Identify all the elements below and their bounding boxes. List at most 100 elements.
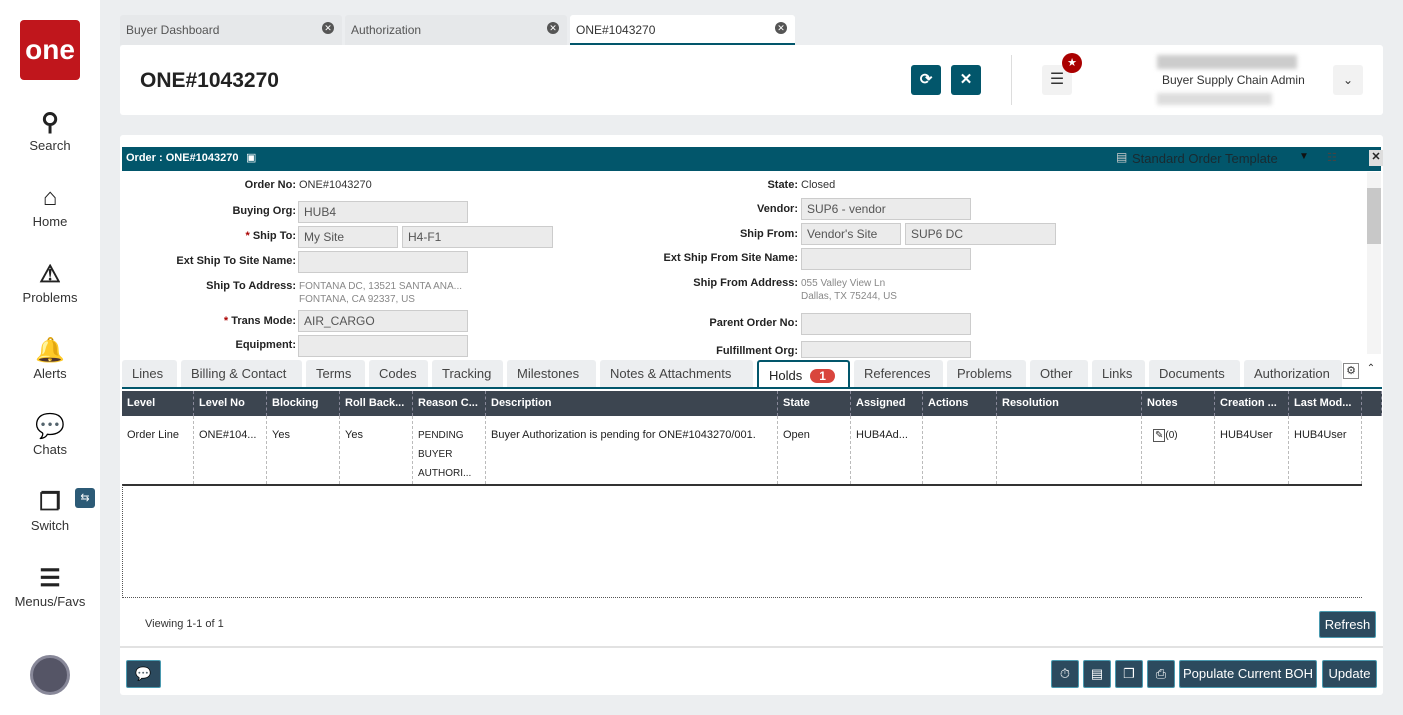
sidebar-item-alerts[interactable]: 🔔 Alerts	[0, 336, 100, 381]
app-logo: one	[20, 20, 80, 80]
archive-icon[interactable]: ❐	[1115, 660, 1143, 688]
assistant-avatar[interactable]	[30, 655, 70, 695]
column-header[interactable]: Roll Back...	[340, 391, 413, 416]
column-header[interactable]: State	[778, 391, 851, 416]
column-header[interactable]: Reason C...	[413, 391, 486, 416]
close-icon[interactable]: ✕	[547, 22, 559, 34]
subtab-label: Documents	[1159, 366, 1225, 381]
collapse-icon[interactable]: ⌃	[1364, 363, 1378, 379]
chevron-down-icon[interactable]: ▼	[1299, 151, 1309, 162]
hierarchy-icon[interactable]: ☷	[1327, 151, 1337, 164]
edit-notes-icon[interactable]: ✎	[1153, 429, 1166, 442]
subtab-label: References	[864, 366, 931, 381]
chat-send-button[interactable]: 💬	[126, 660, 161, 688]
trans-mode-field[interactable]: AIR_CARGO	[298, 310, 468, 332]
chat-icon: 💬	[35, 413, 65, 440]
favorites-star-icon[interactable]: ★	[1062, 53, 1082, 73]
cell-text: Yes	[345, 429, 363, 441]
column-header[interactable]: Blocking	[267, 391, 340, 416]
print-icon[interactable]: ⎙	[1147, 660, 1175, 688]
parent-order-field[interactable]	[801, 313, 971, 335]
column-header[interactable]: Level	[122, 391, 194, 416]
close-button[interactable]: ✕	[951, 65, 981, 95]
column-header[interactable]: Level No	[194, 391, 267, 416]
sidebar-item-menus[interactable]: ☰ Menus/Favs	[0, 564, 100, 609]
vendor-field[interactable]: SUP6 - vendor	[801, 198, 971, 220]
close-panel-icon[interactable]: ✕	[1369, 150, 1383, 166]
update-button[interactable]: Update	[1322, 660, 1377, 688]
card-icon[interactable]: ▤	[1083, 660, 1111, 688]
sidebar-item-home[interactable]: ⌂ Home	[0, 184, 100, 229]
cell-text: PENDING BUYER AUTHORI...	[418, 430, 472, 479]
tab-settings-icon[interactable]: ⚙	[1343, 363, 1359, 379]
column-header[interactable]: Description	[486, 391, 778, 416]
buying-org-field[interactable]: HUB4	[298, 201, 468, 223]
subtab-references[interactable]: References	[854, 360, 943, 387]
holds-count-badge: 1	[810, 369, 835, 383]
refresh-button[interactable]: ⟳	[911, 65, 941, 95]
grid-refresh-button[interactable]: Refresh	[1319, 611, 1376, 638]
scrollbar-thumb[interactable]	[1367, 188, 1381, 244]
column-header[interactable]: Notes	[1142, 391, 1215, 416]
table-cell: HUB4User	[1289, 416, 1362, 484]
search-icon: ⚲	[41, 109, 59, 136]
ship-from-location-field[interactable]: SUP6 DC	[905, 223, 1056, 245]
subtab-holds[interactable]: Holds 1	[757, 360, 850, 387]
address-line: FONTANA DC, 13521 SANTA ANA...	[299, 281, 463, 292]
column-header[interactable]: Last Mod...	[1289, 391, 1362, 416]
populate-boh-button[interactable]: Populate Current BOH	[1179, 660, 1317, 688]
ship-from-site-field[interactable]: Vendor's Site	[801, 223, 901, 245]
subtab-notes-attachments[interactable]: Notes & Attachments	[600, 360, 753, 387]
ext-ship-from-field[interactable]	[801, 248, 971, 270]
subtab-label: Links	[1102, 366, 1133, 381]
sidebar-item-chats[interactable]: 💬 Chats	[0, 412, 100, 457]
buying-org-label: Buying Org:	[232, 205, 296, 217]
subtab-documents[interactable]: Documents	[1149, 360, 1240, 387]
label: Alerts	[33, 366, 67, 381]
user-role: Buyer Supply Chain Admin	[1162, 73, 1305, 87]
subtab-authorization[interactable]: Authorization	[1244, 360, 1342, 387]
template-select[interactable]: Standard Order Template	[1132, 151, 1278, 166]
tab-buyer-dashboard[interactable]: Buyer Dashboard ✕	[120, 15, 342, 45]
subtab-links[interactable]: Links	[1092, 360, 1145, 387]
subtab-codes[interactable]: Codes	[369, 360, 428, 387]
subtab-lines[interactable]: Lines	[122, 360, 177, 387]
table-cell: Buyer Authorization is pending for ONE#1…	[486, 416, 778, 484]
column-header[interactable]: Assigned ...	[851, 391, 923, 421]
trans-mode-label: * Trans Mode:	[223, 315, 296, 327]
table-cell: ONE#104...	[194, 416, 267, 484]
column-header[interactable]: Resolution	[997, 391, 1142, 416]
sidebar-item-problems[interactable]: ⚠ Problems	[0, 260, 100, 305]
equipment-field[interactable]	[298, 335, 468, 357]
order-no-value: ONE#1043270	[299, 179, 372, 191]
fulfillment-org-field[interactable]	[801, 341, 971, 358]
address-line: FONTANA, CA 92337, US	[299, 294, 415, 305]
boh-history-icon[interactable]: ⏱	[1051, 660, 1079, 688]
label: Home	[32, 214, 68, 229]
close-icon[interactable]: ✕	[775, 22, 787, 34]
subtab-milestones[interactable]: Milestones	[507, 360, 596, 387]
tab-order[interactable]: ONE#1043270 ✕	[570, 15, 795, 45]
page-title: ONE#1043270	[140, 69, 279, 92]
sidebar-item-search[interactable]: ⚲ Search	[0, 108, 100, 153]
ext-ship-from-label: Ext Ship From Site Name:	[663, 252, 798, 264]
ship-to-location-field[interactable]: H4-F1	[402, 226, 553, 248]
ext-ship-to-field[interactable]	[298, 251, 468, 273]
column-header[interactable]: Creation ...	[1215, 391, 1289, 416]
form-scrollbar[interactable]	[1367, 172, 1381, 354]
subtab-billing-contact[interactable]: Billing & Contact	[181, 360, 302, 387]
close-icon[interactable]: ✕	[322, 22, 334, 34]
tab-authorization[interactable]: Authorization ✕	[345, 15, 567, 45]
subtab-problems[interactable]: Problems	[947, 360, 1026, 387]
column-header[interactable]: Actions	[923, 391, 997, 416]
page-header: ONE#1043270 ⟳ ✕ ☰ ★ Buyer Supply Chain A…	[120, 45, 1383, 115]
subtab-tracking[interactable]: Tracking	[432, 360, 503, 387]
ship-to-label: * Ship To:	[245, 230, 296, 242]
label: Menus/Favs	[14, 594, 86, 609]
table-cell	[997, 416, 1142, 484]
ship-to-site-field[interactable]: My Site	[298, 226, 398, 248]
subtab-other[interactable]: Other	[1030, 360, 1088, 387]
user-menu-chevron-icon[interactable]: ⌄	[1333, 65, 1363, 95]
label: Trans Mode:	[231, 315, 296, 327]
subtab-terms[interactable]: Terms	[306, 360, 365, 387]
